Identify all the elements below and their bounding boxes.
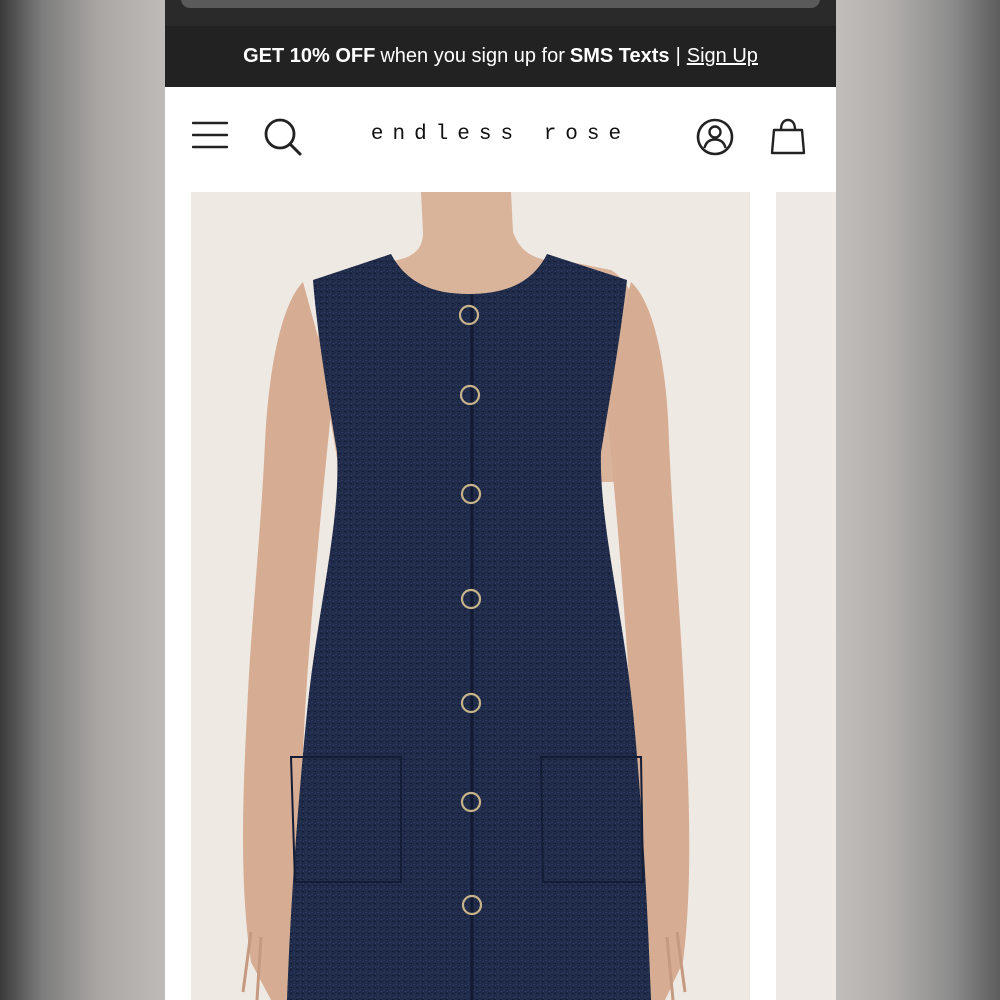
promo-separator: | [675,45,681,67]
phone-screen: GET 10% OFF when you sign up for SMS Tex… [165,0,836,1000]
promo-sms: SMS Texts [569,45,670,67]
brand-logo[interactable]: endless rose [165,123,836,146]
dress-photo [191,192,750,1000]
backdrop-right [836,0,1000,1000]
product-gallery [165,192,836,1000]
backdrop-left [0,0,165,1000]
shopping-bag-icon[interactable] [769,117,807,157]
promo-offer: GET 10% OFF [243,45,376,67]
promo-banner: GET 10% OFF when you sign up for SMS Tex… [165,26,836,87]
browser-top-bar [165,0,836,26]
address-bar[interactable] [181,0,820,8]
signup-link[interactable]: Sign Up [687,45,758,68]
promo-middle-text: when you sign up for [380,45,565,67]
account-icon[interactable] [695,117,735,157]
next-product-image[interactable] [776,192,836,1000]
product-image[interactable] [191,192,750,1000]
site-header: endless rose [165,87,836,187]
